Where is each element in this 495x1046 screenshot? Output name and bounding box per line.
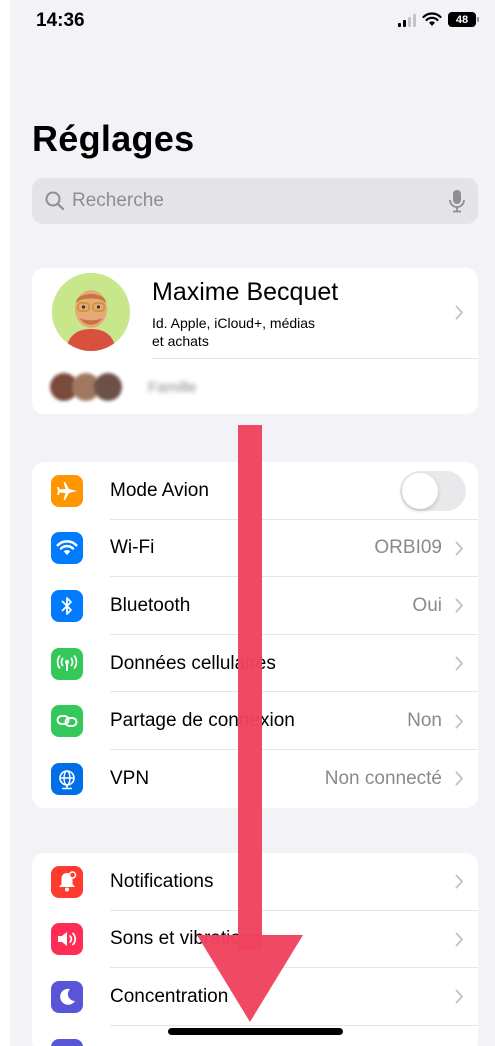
cellular-signal-icon [398, 13, 416, 27]
microphone-icon[interactable] [448, 189, 466, 213]
settings-screen: 14:36 48 Réglages Recherche Maxime Becqu… [10, 0, 495, 1046]
bluetooth-icon [51, 589, 83, 622]
sounds-haptics-label: Sons et vibrations [110, 928, 262, 950]
row-cellular-data[interactable]: Données cellulaires [32, 635, 478, 693]
airplane-icon [51, 474, 83, 507]
personal-hotspot-value: Non [407, 710, 442, 732]
row-bluetooth[interactable]: Bluetooth Oui [32, 577, 478, 635]
search-input[interactable] [72, 190, 448, 212]
chevron-right-icon [455, 771, 463, 786]
family-avatar-3 [94, 373, 122, 401]
wifi-icon [51, 532, 83, 565]
profile-name: Maxime Becquet [152, 278, 339, 306]
battery-level: 48 [455, 13, 469, 26]
row-notifications[interactable]: Notifications [32, 853, 478, 911]
notifications-card: Notifications Sons et vibrations Concent… [32, 853, 478, 1046]
wifi-label: Wi-Fi [110, 537, 155, 559]
row-focus[interactable]: Concentration [32, 968, 478, 1026]
profile-subtitle: Id. Apple, iCloud+, médias et achats [152, 314, 382, 350]
focus-label: Concentration [110, 985, 229, 1007]
profile-card: Maxime Becquet Id. Apple, iCloud+, média… [32, 268, 478, 414]
chevron-right-icon [455, 874, 463, 889]
status-bar: 14:36 48 [10, 0, 495, 50]
row-airplane-mode[interactable]: Mode Avion [32, 462, 478, 520]
search-bar[interactable] [32, 178, 478, 224]
airplane-mode-label: Mode Avion [110, 479, 209, 501]
chevron-right-icon [455, 714, 463, 729]
chevron-right-icon [455, 656, 463, 671]
speaker-icon [51, 923, 83, 956]
vpn-value: Non connecté [324, 767, 442, 789]
vpn-label: VPN [110, 767, 150, 789]
personal-hotspot-icon [51, 705, 83, 738]
apple-id-row[interactable]: Maxime Becquet Id. Apple, iCloud+, média… [32, 268, 478, 358]
wifi-value: ORBI09 [374, 537, 442, 559]
bell-icon [51, 865, 83, 898]
chevron-right-icon [455, 305, 463, 320]
wifi-icon [422, 12, 442, 26]
status-icons: 48 [398, 12, 479, 27]
chevron-right-icon [455, 989, 463, 1004]
bluetooth-value: Oui [412, 594, 442, 616]
row-wifi[interactable]: Wi-Fi ORBI09 [32, 520, 478, 578]
status-time: 14:36 [36, 10, 85, 31]
bluetooth-label: Bluetooth [110, 594, 191, 616]
cellular-antenna-icon [51, 647, 83, 680]
notifications-label: Notifications [110, 870, 214, 892]
search-icon [45, 191, 65, 211]
connectivity-card: Mode Avion Wi-Fi ORBI09 Bluetooth Oui Do… [32, 462, 478, 808]
row-sounds-haptics[interactable]: Sons et vibrations [32, 911, 478, 969]
profile-subtitle-line1: Id. Apple, iCloud+, médias [152, 315, 316, 331]
chevron-right-icon [455, 932, 463, 947]
family-label: Famille [148, 379, 197, 396]
chevron-right-icon [455, 598, 463, 613]
globe-icon [51, 762, 83, 795]
row-personal-hotspot[interactable]: Partage de connexion Non [32, 692, 478, 750]
battery-icon: 48 [448, 12, 479, 27]
home-indicator[interactable] [168, 1028, 343, 1035]
row-vpn[interactable]: VPN Non connecté [32, 750, 478, 808]
chevron-right-icon [455, 541, 463, 556]
cellular-data-label: Données cellulaires [110, 652, 276, 674]
family-row[interactable]: Famille [32, 359, 478, 414]
avatar [52, 273, 130, 351]
page-title: Réglages [32, 118, 195, 159]
personal-hotspot-label: Partage de connexion [110, 710, 295, 732]
screen-time-icon [51, 1038, 83, 1046]
airplane-mode-toggle[interactable] [400, 470, 466, 511]
moon-icon [51, 980, 83, 1013]
profile-subtitle-line2: et achats [152, 333, 209, 349]
